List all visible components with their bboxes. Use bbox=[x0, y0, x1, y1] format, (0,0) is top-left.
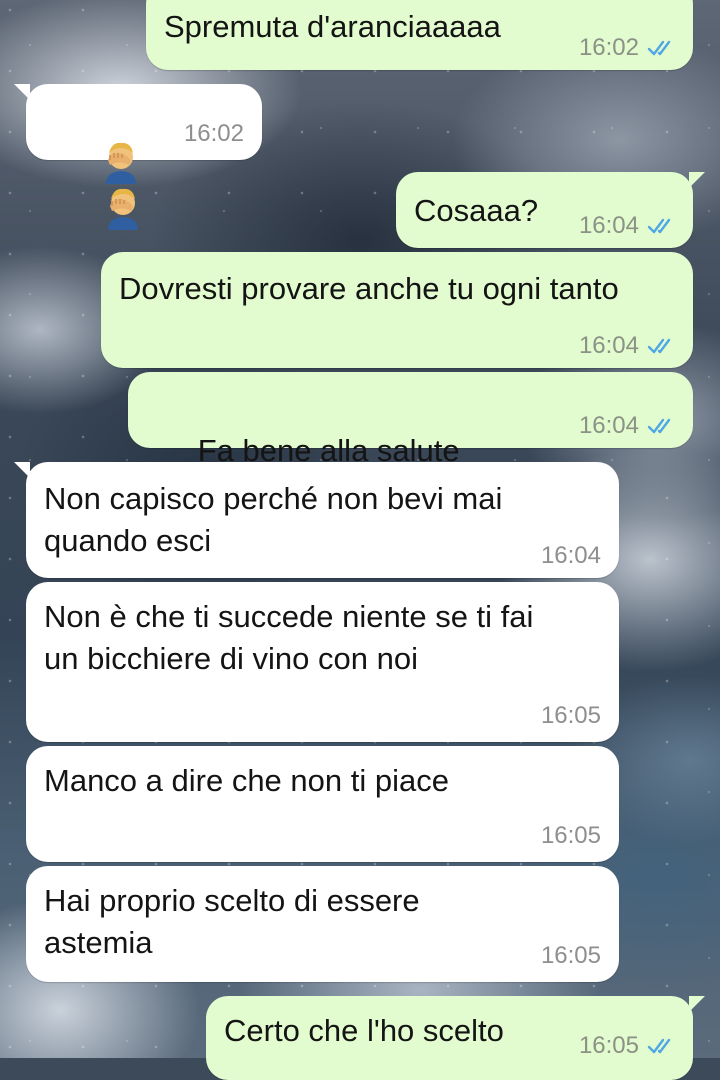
double-check-icon bbox=[647, 40, 671, 56]
message-text: Certo che l'ho scelto bbox=[224, 1013, 504, 1048]
message-meta: 16:04 bbox=[579, 212, 677, 240]
message-text: Hai proprio scelto di essere astemia bbox=[44, 883, 429, 960]
message-time: 16:04 bbox=[540, 542, 601, 569]
message-list[interactable]: Spremuta d'aranciaaaaa 16:02 16:02 Cosaa… bbox=[0, 0, 720, 1080]
message-meta: 16:05 bbox=[541, 702, 601, 730]
message-time: 16:04 bbox=[578, 212, 639, 239]
message-meta: 16:02 bbox=[184, 120, 244, 148]
message-time: 16:05 bbox=[578, 1032, 639, 1059]
message-meta: 16:02 bbox=[579, 34, 677, 62]
message-meta: 16:04 bbox=[579, 332, 677, 360]
double-check-icon bbox=[647, 1038, 671, 1054]
message-text: Spremuta d'aranciaaaaa bbox=[164, 9, 501, 44]
message-time: 16:04 bbox=[578, 412, 639, 439]
double-check-icon bbox=[647, 418, 671, 434]
message-time: 16:04 bbox=[578, 332, 639, 359]
message-text: Manco a dire che non ti piace bbox=[44, 763, 449, 798]
message-meta: 16:05 bbox=[541, 942, 601, 970]
message-bubble-outgoing[interactable]: Spremuta d'aranciaaaaa 16:02 bbox=[146, 0, 693, 70]
message-meta: 16:04 bbox=[541, 542, 601, 570]
message-bubble-outgoing[interactable]: Fa bene alla salute 16:04 bbox=[128, 372, 693, 553]
message-bubble-outgoing[interactable]: Cosaaa? 16:04 bbox=[396, 172, 705, 248]
message-text: Non capisco perché non bevi mai quando e… bbox=[44, 481, 511, 558]
message-time: 16:02 bbox=[183, 120, 244, 147]
message-time: 16:02 bbox=[578, 34, 639, 61]
double-check-icon bbox=[647, 338, 671, 354]
message-bubble-incoming[interactable]: Manco a dire che non ti piace 16:05 bbox=[26, 746, 619, 862]
message-bubble-incoming[interactable]: 16:02 bbox=[14, 84, 262, 230]
message-time: 16:05 bbox=[540, 702, 601, 729]
message-text: Cosaaa? bbox=[414, 193, 539, 228]
message-text: Non è che ti succede niente se ti fai un… bbox=[44, 599, 543, 676]
message-text: Dovresti provare anche tu ogni tanto bbox=[119, 271, 619, 306]
double-check-icon bbox=[647, 218, 671, 234]
message-time: 16:05 bbox=[540, 822, 601, 849]
message-bubble-incoming[interactable]: Non capisco perché non bevi mai quando e… bbox=[14, 462, 619, 578]
message-bubble-incoming[interactable]: Non è che ti succede niente se ti fai un… bbox=[26, 582, 619, 742]
message-bubble-outgoing[interactable]: Certo che l'ho scelto 16:05 bbox=[206, 996, 705, 1080]
message-meta: 16:05 bbox=[579, 1032, 677, 1060]
facepalm-emoji bbox=[105, 142, 136, 184]
message-time: 16:05 bbox=[540, 942, 601, 969]
message-bubble-incoming[interactable]: Hai proprio scelto di essere astemia 16:… bbox=[26, 866, 619, 982]
facepalm-emoji bbox=[107, 188, 138, 230]
message-text bbox=[46, 96, 146, 272]
message-meta: 16:05 bbox=[541, 822, 601, 850]
message-bubble-outgoing[interactable]: Dovresti provare anche tu ogni tanto 16:… bbox=[101, 252, 693, 368]
message-meta: 16:04 bbox=[579, 412, 677, 440]
